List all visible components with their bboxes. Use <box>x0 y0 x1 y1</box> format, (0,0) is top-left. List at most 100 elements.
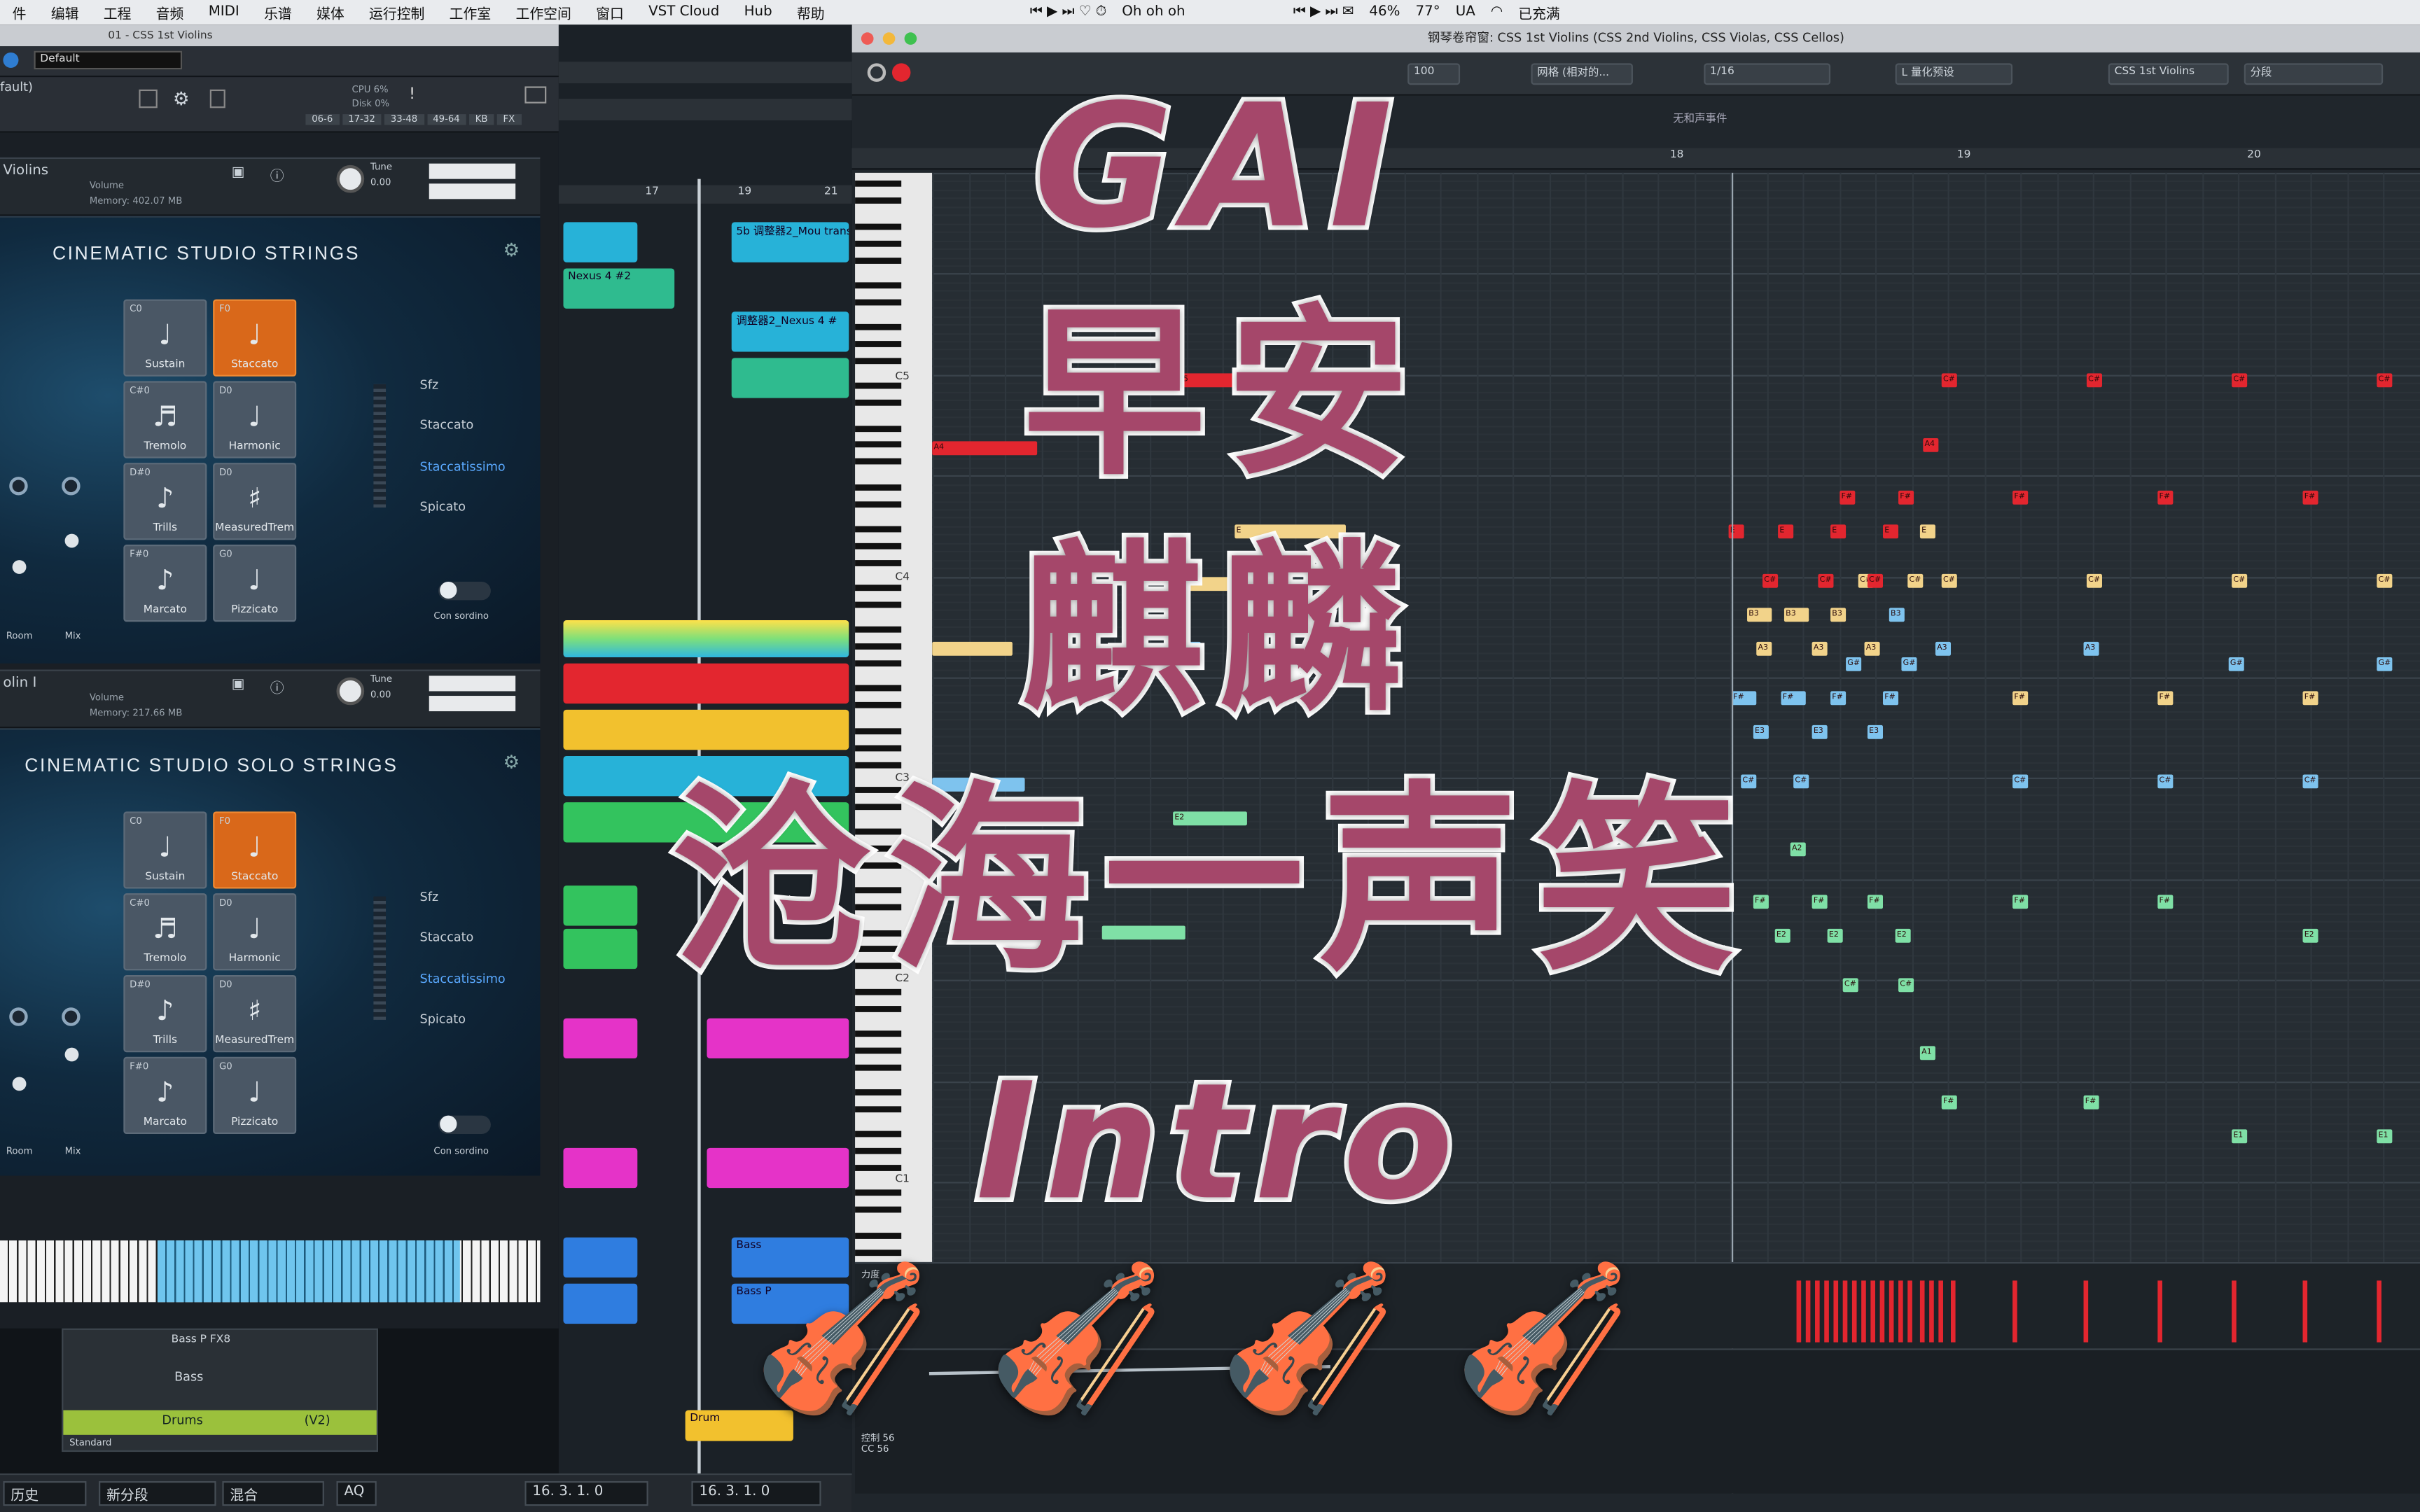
black-key[interactable] <box>855 358 902 364</box>
room-fader[interactable] <box>12 560 27 574</box>
midi-note[interactable]: A4 <box>1923 438 1939 452</box>
black-key[interactable] <box>855 1207 902 1214</box>
grid-type-select[interactable]: 网格 (相对的... <box>1531 63 1633 85</box>
articulation-harmonic[interactable]: D0 ♩ Harmonic <box>213 381 297 458</box>
mix-select[interactable]: 混合 <box>222 1480 324 1506</box>
black-key[interactable] <box>855 500 902 507</box>
position-end[interactable]: 16. 3. 1. 0 <box>691 1480 821 1506</box>
velocity-bar[interactable] <box>1833 1280 1839 1343</box>
black-key[interactable] <box>855 643 902 650</box>
piano-keys[interactable]: C5 C4 C3 C2 C1 <box>855 172 933 1262</box>
articulation-measured-trem[interactable]: D0 ♯ MeasuredTrem <box>213 974 297 1053</box>
transport-icons[interactable]: ⏮ ▶ ⏭ ♡ ⏱ <box>1022 5 1114 20</box>
clip[interactable] <box>707 1018 849 1059</box>
midi-note[interactable]: F# <box>1840 490 1856 505</box>
quantize-select[interactable]: 1/16 <box>1704 63 1831 85</box>
midi-note[interactable]: B3 <box>1747 608 1772 622</box>
clip[interactable] <box>563 1018 638 1059</box>
black-key[interactable] <box>855 702 902 709</box>
instrument-name[interactable]: Violins <box>3 164 48 179</box>
black-key[interactable] <box>855 442 902 449</box>
wifi-icon[interactable]: ◠ <box>1483 5 1510 20</box>
black-key[interactable] <box>855 324 902 330</box>
midi-note[interactable]: F# <box>2302 691 2318 706</box>
track-select[interactable]: CSS 1st Violins <box>2108 63 2229 85</box>
history-select[interactable]: 历史 <box>3 1480 87 1506</box>
con-sordino-toggle[interactable] <box>438 581 491 601</box>
midi-note[interactable]: A3 <box>2083 641 2099 656</box>
instrument-name[interactable]: olin I <box>3 676 36 691</box>
media-controls-icon[interactable]: ⏮ ▶ ⏭ ✉ <box>1286 5 1362 20</box>
articulation-harmonic[interactable]: D0 ♩ Harmonic <box>213 893 297 971</box>
range-tab[interactable]: 17-32 <box>342 114 382 125</box>
short-option[interactable]: Spicato <box>420 500 466 514</box>
kontakt-keyboard[interactable] <box>0 1240 541 1303</box>
record-icon[interactable] <box>891 63 911 82</box>
midi-note[interactable]: B3 <box>1830 608 1847 622</box>
power-icon[interactable] <box>3 52 19 68</box>
black-key[interactable] <box>855 601 902 608</box>
black-key[interactable] <box>855 197 902 204</box>
velocity-bar[interactable] <box>2377 1280 2381 1343</box>
midi-note[interactable]: B3 <box>1889 608 1905 622</box>
midi-note[interactable]: C# <box>1762 573 1779 588</box>
menu-item[interactable]: 乐谱 <box>251 2 304 22</box>
short-option[interactable]: Sfz <box>420 378 439 392</box>
close-icon[interactable] <box>861 32 874 45</box>
velocity-bar[interactable] <box>1950 1280 1956 1343</box>
clip[interactable] <box>731 358 849 398</box>
monitor-icon[interactable] <box>867 63 886 82</box>
midi-note[interactable]: F# <box>2012 490 2029 505</box>
position-start[interactable]: 16. 3. 1. 0 <box>524 1480 648 1506</box>
track-name[interactable]: Bass <box>63 1348 376 1384</box>
midi-note[interactable]: F# <box>2012 691 2029 706</box>
range-tab[interactable]: FX <box>496 114 522 125</box>
black-key[interactable] <box>855 1047 902 1054</box>
midi-note[interactable]: C# <box>2377 373 2393 388</box>
articulation-pizzicato[interactable]: G0 ♩ Pizzicato <box>213 1056 297 1135</box>
save-icon[interactable] <box>139 89 158 108</box>
short-option-selected[interactable]: Staccatissimo <box>420 460 506 474</box>
clip[interactable] <box>563 222 638 262</box>
velocity-bar[interactable] <box>1842 1280 1848 1343</box>
articulation-marcato[interactable]: F#0 ♪ Marcato <box>123 545 207 622</box>
velocity-bar[interactable] <box>1851 1280 1857 1343</box>
black-key[interactable] <box>855 584 902 592</box>
clip[interactable]: Nexus 4 #2 <box>563 268 675 309</box>
midi-note[interactable]: E2 <box>1895 928 1911 943</box>
warning-icon[interactable]: ! <box>409 86 415 103</box>
black-key[interactable] <box>855 626 902 634</box>
mix-fader[interactable] <box>64 533 79 548</box>
midi-note[interactable]: F# <box>2012 895 2029 909</box>
menu-item[interactable]: MIDI <box>196 5 251 20</box>
minimize-icon[interactable] <box>882 32 896 45</box>
midi-note[interactable]: F# <box>1867 895 1884 909</box>
menu-item[interactable]: 音频 <box>144 2 196 22</box>
midi-note[interactable]: C# <box>2377 573 2393 588</box>
velocity-bar[interactable] <box>1929 1280 1934 1343</box>
midi-note[interactable]: E1 <box>2377 1129 2393 1144</box>
velocity-bar[interactable] <box>1815 1280 1820 1343</box>
midi-note[interactable]: G# <box>2228 657 2244 671</box>
clip[interactable]: 5b 调整器2_Mou trans <box>731 222 849 262</box>
midi-note[interactable]: F# <box>1941 1095 1957 1110</box>
articulation-pizzicato[interactable]: G0 ♩ Pizzicato <box>213 545 297 622</box>
midi-note[interactable]: E3 <box>1867 724 1884 739</box>
menu-item[interactable]: 媒体 <box>304 2 356 22</box>
clip[interactable] <box>563 1283 638 1324</box>
knob[interactable] <box>62 1007 81 1026</box>
black-key[interactable] <box>855 526 902 533</box>
midi-note[interactable]: G# <box>2377 657 2393 671</box>
black-key[interactable] <box>855 282 902 288</box>
midi-note[interactable]: E <box>1919 524 1935 539</box>
midi-note[interactable]: C# <box>1867 573 1884 588</box>
short-option[interactable]: Staccato <box>420 930 474 944</box>
velocity-bar[interactable] <box>1796 1280 1802 1343</box>
black-key[interactable] <box>855 299 902 305</box>
midi-note[interactable]: E <box>1883 524 1899 539</box>
gear-icon[interactable]: ⚙ <box>173 88 190 110</box>
black-key[interactable] <box>855 1232 902 1239</box>
menu-item[interactable]: 件 <box>0 2 39 22</box>
midi-note[interactable]: F# <box>2302 490 2318 505</box>
info-icon[interactable]: ⓘ <box>270 165 284 185</box>
